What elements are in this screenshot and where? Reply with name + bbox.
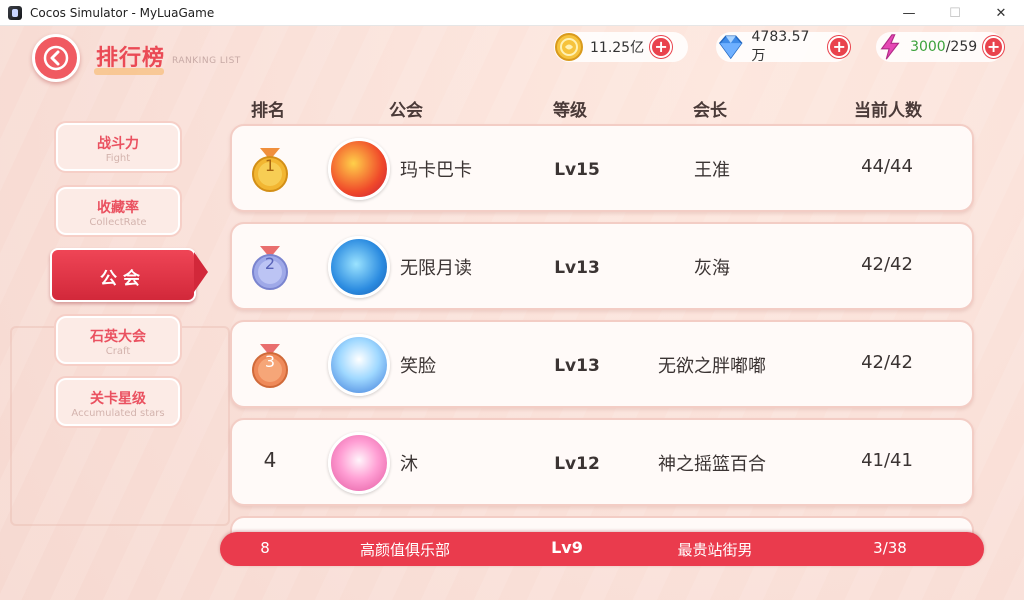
lightning-icon [880, 34, 900, 60]
guild-avatar [328, 432, 390, 494]
tab-label: 石英大会 [90, 329, 146, 345]
header-members: 当前人数 [854, 101, 922, 121]
rank-value: 4 [263, 448, 277, 472]
guild-leader: 灰海 [694, 258, 730, 279]
add-gold-button[interactable]: + [650, 36, 673, 58]
rank-value: 2 [264, 254, 276, 273]
table-row[interactable]: 2 无限月读 Lv13 灰海 42/42 [230, 222, 974, 310]
guild-members: 44/44 [861, 156, 913, 177]
guild-name: 玛卡巴卡 [400, 160, 472, 181]
tab-sublabel: Fight [105, 153, 131, 164]
guild-members: 42/42 [861, 352, 913, 373]
back-arrow-icon [43, 45, 69, 71]
back-button[interactable] [32, 34, 80, 82]
diamond-value: 4783.57万 [751, 29, 810, 64]
gold-value: 11.25亿 [590, 40, 645, 56]
window-titlebar: Cocos Simulator - MyLuaGame — ☐ ✕ [0, 0, 1024, 26]
diamond-resource: 4783.57万 + [716, 29, 850, 64]
add-energy-button[interactable]: + [983, 36, 1004, 58]
my-guild-level: Lv9 [551, 538, 583, 557]
guild-leader: 神之摇篮百合 [658, 454, 766, 475]
header-guild: 公会 [389, 101, 423, 121]
app-icon [8, 5, 22, 20]
diamond-icon [718, 35, 743, 60]
tab-craft[interactable]: 石英大会 Craft [54, 314, 182, 366]
guild-name: 沐 [400, 454, 418, 475]
page-subtitle: RANKING LIST [172, 56, 241, 66]
rank-value: 3 [264, 352, 276, 371]
add-diamond-button[interactable]: + [828, 36, 850, 58]
guild-avatar [328, 334, 390, 396]
table-row[interactable]: 1 玛卡巴卡 Lv15 王准 44/44 [230, 124, 974, 212]
guild-members: 42/42 [861, 254, 913, 275]
table-row[interactable]: 4 沐 Lv12 神之摇篮百合 41/41 [230, 418, 974, 506]
tab-accumulated-stars[interactable]: 关卡星级 Accumulated stars [54, 376, 182, 428]
guild-avatar [328, 138, 390, 200]
gold-coin-icon [555, 33, 583, 61]
window-controls: — ☐ ✕ [886, 0, 1024, 26]
guild-leader: 王准 [694, 160, 730, 181]
maximize-button[interactable]: ☐ [932, 0, 978, 26]
close-button[interactable]: ✕ [978, 0, 1024, 26]
header-leader: 会长 [693, 101, 727, 121]
game-canvas: 排行榜 RANKING LIST 11.25亿 + 4783.57万 + 300… [0, 26, 1024, 600]
tab-sublabel: Accumulated stars [71, 408, 165, 419]
table-row[interactable]: 3 笑脸 Lv13 无欲之胖嘟嘟 42/42 [230, 320, 974, 408]
guild-level: Lv13 [554, 258, 600, 278]
page-title: 排行榜 [96, 46, 166, 71]
rank-value: 1 [264, 156, 276, 175]
energy-value: 3000/259 [910, 39, 978, 55]
guild-leader: 无欲之胖嘟嘟 [658, 356, 766, 377]
tab-fight[interactable]: 战斗力 Fight [54, 121, 182, 173]
my-guild-leader: 最贵站街男 [677, 541, 753, 559]
my-guild-members: 3/38 [873, 539, 907, 557]
header-rank: 排名 [251, 101, 285, 121]
active-tab-pointer [194, 252, 208, 292]
tab-sublabel: Craft [105, 346, 131, 357]
guild-level: Lv13 [554, 356, 600, 376]
minimize-button[interactable]: — [886, 0, 932, 26]
energy-resource: 3000/259 + [876, 32, 1004, 62]
window-title: Cocos Simulator - MyLuaGame [30, 5, 215, 20]
tab-guild[interactable]: 公会 [50, 248, 196, 302]
my-guild-name: 高颜值俱乐部 [359, 541, 450, 559]
guild-avatar [328, 236, 390, 298]
guild-members: 41/41 [861, 450, 913, 471]
my-rank: 8 [260, 539, 270, 557]
guild-level: Lv12 [554, 454, 600, 474]
gold-resource: 11.25亿 + [554, 32, 688, 62]
my-guild-bar: 8 高颜值俱乐部 Lv9 最贵站街男 3/38 [220, 532, 984, 566]
tab-collect-rate[interactable]: 收藏率 CollectRate [54, 185, 182, 237]
guild-name: 无限月读 [400, 258, 472, 279]
header-level: 等级 [553, 101, 587, 121]
tab-label: 公会 [100, 269, 146, 289]
tab-label: 战斗力 [97, 136, 139, 152]
tab-sublabel: CollectRate [89, 217, 147, 228]
guild-level: Lv15 [554, 160, 600, 180]
guild-name: 笑脸 [400, 356, 436, 377]
tab-label: 关卡星级 [90, 391, 146, 407]
tab-label: 收藏率 [97, 200, 139, 216]
